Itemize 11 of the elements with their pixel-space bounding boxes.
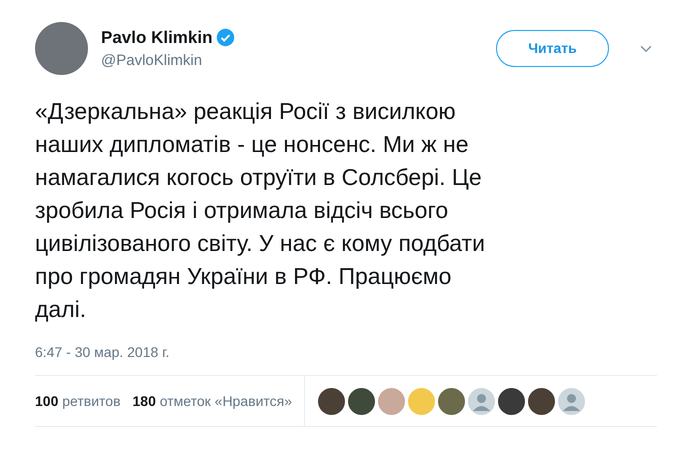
liker-avatar-photo[interactable] xyxy=(528,388,556,414)
author-handle[interactable]: @PavloKlimkin xyxy=(101,50,236,72)
liker-avatar-photo[interactable] xyxy=(318,388,346,414)
engagement-stat[interactable]: 100 ретвитов xyxy=(35,390,121,412)
engagement-stat[interactable]: 180 отметок «Нравится» xyxy=(132,390,292,412)
liker-avatar-photo[interactable] xyxy=(498,388,526,414)
tweet-timestamp[interactable]: 6:47 - 30 мар. 2018 г. xyxy=(35,342,655,363)
tweet-text: «Дзеркальна» реакція Росії з висилкою наших дипломатів - це нонсенс. Ми ж не намагалися когось отруїти в Солсбері. Це зробила Росія і отримала відсіч всього цивілізованого світу. У нас є кому подбати про громадян України в РФ. Працюємо далі. xyxy=(35,97,486,324)
author-name[interactable]: Pavlo Klimkin xyxy=(101,24,212,50)
liker-avatar-photo[interactable] xyxy=(348,388,376,414)
liker-avatar-photo[interactable] xyxy=(438,388,466,414)
